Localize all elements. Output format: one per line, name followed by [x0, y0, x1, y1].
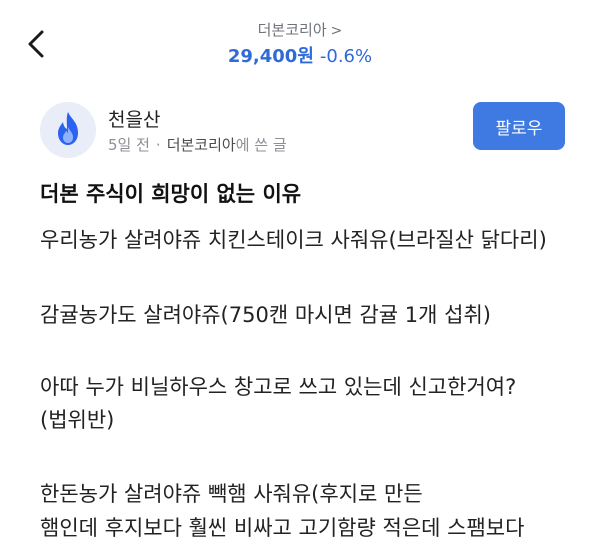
- stock-name: 더본코리아: [257, 21, 327, 39]
- post-paragraph: (법위반): [40, 408, 115, 432]
- source-link[interactable]: 더본코리아: [167, 136, 236, 154]
- avatar[interactable]: [40, 102, 96, 158]
- stock-price: 29,400원: [227, 46, 314, 67]
- source-suffix: 에 쓴 글: [235, 136, 287, 154]
- post-paragraph: 우리농가 살려야쥬 치킨스테이크 사줘유(브라질산 닭다리): [40, 228, 547, 252]
- post-title: 더본 주식이 희망이 없는 이유: [40, 182, 302, 206]
- author-row: 천을산 5일 전 · 더본코리아에 쓴 글 팔로우: [40, 100, 570, 160]
- post-paragraph: 감귤농가도 살려야쥬(750캔 마시면 감귤 1개 섭취): [40, 303, 491, 327]
- post-paragraph: 한돈농가 살려야쥬 빽햄 사줘유(후지로 만든: [40, 482, 423, 506]
- author-name[interactable]: 천을산: [108, 105, 160, 132]
- post-paragraph: 아따 누가 비닐하우스 창고로 쓰고 있는데 신고한거여?: [40, 375, 517, 399]
- stock-name-link[interactable]: 더본코리아 >: [0, 19, 600, 40]
- price-change: -0.6%: [319, 46, 373, 67]
- top-header: 더본코리아 > 29,400원 -0.6%: [0, 0, 600, 80]
- chevron-right-icon: >: [330, 23, 343, 39]
- author-meta: 5일 전 · 더본코리아에 쓴 글: [108, 134, 287, 155]
- stock-price-row: 29,400원 -0.6%: [0, 42, 600, 68]
- meta-separator: ·: [155, 136, 161, 154]
- post-time: 5일 전: [108, 136, 150, 154]
- post-paragraph: 햄인데 후지보다 훨씬 비싸고 고기함량 적은데 스팸보다: [40, 516, 525, 540]
- follow-button[interactable]: 팔로우: [473, 102, 565, 150]
